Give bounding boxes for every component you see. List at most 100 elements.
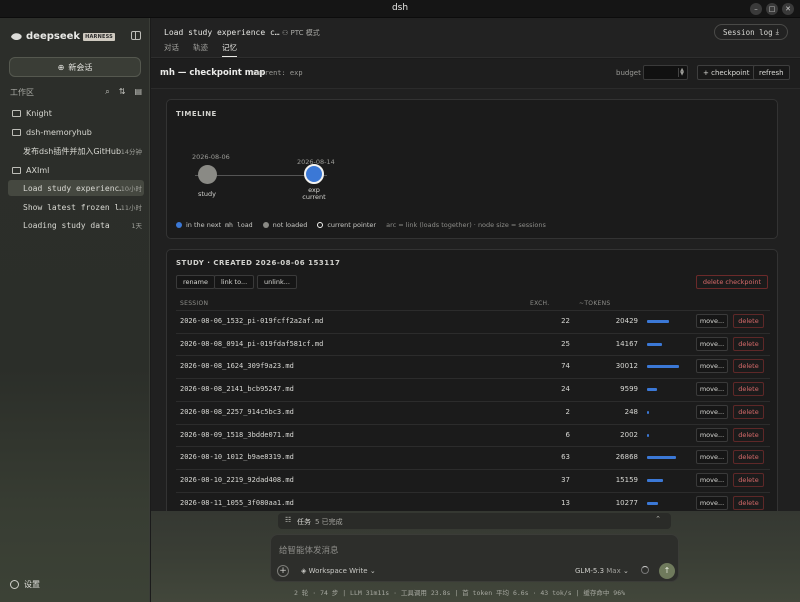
- timeline-legend: in the next mh load not loaded current p…: [176, 221, 546, 229]
- delete-button[interactable]: delete: [733, 314, 764, 328]
- delete-button[interactable]: delete: [733, 404, 764, 419]
- table-row: 2026-08-10_2219_92dad408.md 37 15159 move..…: [176, 468, 770, 491]
- move-button[interactable]: move...: [696, 450, 728, 465]
- settings-button[interactable]: 设置: [10, 579, 40, 590]
- chevron-up-icon[interactable]: ⌃: [655, 515, 661, 523]
- new-chat-button[interactable]: ⊕ 新会话: [9, 57, 141, 77]
- stepper-icon[interactable]: ▲ ▼: [678, 68, 685, 77]
- link-button[interactable]: link to...: [214, 275, 255, 289]
- exchange-count: 37: [561, 475, 570, 484]
- move-button[interactable]: move...: [696, 495, 728, 510]
- column-header-exch: EXCH.: [530, 300, 550, 307]
- token-bar: [647, 478, 664, 482]
- settings-label: 设置: [24, 580, 40, 589]
- delete-button[interactable]: delete: [733, 495, 764, 510]
- delete-button[interactable]: delete: [733, 359, 764, 374]
- tab-memory[interactable]: 记忆: [222, 42, 237, 57]
- search-icon[interactable]: ⌕: [105, 87, 109, 97]
- workspace-header: 工作区 ⌕ ⇅ ▤: [10, 87, 142, 99]
- legend-current-pointer: current pointer: [327, 221, 377, 229]
- session-item[interactable]: Loading study data 1天: [8, 217, 144, 233]
- page-title: mh — checkpoint map: [160, 68, 266, 78]
- refresh-button[interactable]: refresh: [753, 65, 790, 80]
- add-checkpoint-button[interactable]: + checkpoint: [697, 65, 756, 80]
- message-input[interactable]: 给智能体发消息: [279, 544, 339, 556]
- task-summary[interactable]: ☷ 任务 5 已完成 ⌃: [278, 513, 671, 529]
- session-time: 1天: [131, 222, 142, 230]
- send-button[interactable]: ↑: [659, 563, 675, 579]
- loaded-dot-icon: [176, 222, 182, 228]
- budget-label: budget: [616, 69, 641, 77]
- token-count: 2002: [620, 430, 638, 439]
- attach-plus-icon[interactable]: +: [277, 565, 289, 577]
- session-name: Load study experienc…: [23, 183, 121, 193]
- session-item-active[interactable]: Load study experienc… 10小时: [8, 180, 144, 196]
- minimize-icon[interactable]: –: [750, 3, 762, 15]
- folder-item[interactable]: dsh-memoryhub: [8, 124, 144, 140]
- table-row: 2026-08-06_1532_pi-019fcff2a2af.md 22 2042…: [176, 310, 770, 332]
- folder-item[interactable]: Knight: [8, 105, 144, 121]
- move-button[interactable]: move...: [696, 472, 728, 487]
- ptc-mode[interactable]: ⚇ PTC 模式: [282, 28, 320, 38]
- chevron-down-icon: ⌄: [622, 567, 629, 575]
- gear-icon: [10, 580, 19, 589]
- move-button[interactable]: move...: [696, 404, 728, 419]
- token-count: 248: [624, 407, 638, 416]
- delete-button[interactable]: delete: [733, 382, 764, 397]
- table-row: 2026-08-09_1518_3bdde071.md 6 2002 move... d…: [176, 423, 770, 446]
- workspace-label: 工作区: [10, 88, 34, 97]
- checkpoint-node-study[interactable]: [198, 165, 217, 184]
- delete-button[interactable]: delete: [733, 427, 764, 442]
- delete-button[interactable]: delete: [733, 472, 764, 487]
- move-button[interactable]: move...: [696, 382, 728, 397]
- table-row: 2026-08-08_2141_bcb95247.md 24 9599 move...…: [176, 378, 770, 400]
- budget-input[interactable]: ▲ ▼: [643, 65, 688, 80]
- move-button[interactable]: move...: [696, 314, 728, 328]
- session-item[interactable]: Show latest frozen l… 11小时: [8, 199, 144, 215]
- not-loaded-dot-icon: [262, 222, 269, 228]
- sidebar-toggle-icon[interactable]: [131, 31, 141, 40]
- mode-selector[interactable]: ◈ Workspace Write ⌄: [301, 567, 376, 575]
- session-name: Show latest frozen l…: [23, 202, 121, 212]
- sort-icon[interactable]: ⇅: [119, 87, 126, 97]
- rename-button[interactable]: rename: [176, 275, 215, 289]
- move-button[interactable]: move...: [696, 427, 728, 442]
- checkpoint-node-exp[interactable]: [304, 164, 324, 184]
- exchange-count: 22: [561, 317, 570, 325]
- delete-checkpoint-button[interactable]: delete checkpoint: [695, 275, 768, 289]
- folder-item[interactable]: AXIml: [8, 162, 144, 178]
- session-log-button[interactable]: Session log ⤓: [714, 24, 788, 40]
- legend-in-next: in the next: [186, 221, 222, 229]
- brand-name: deepseek: [26, 31, 81, 42]
- tab-bar: 对话 轨迹 记忆: [164, 42, 237, 57]
- move-button[interactable]: move...: [696, 359, 728, 374]
- legend-note: arc = link (loads together) · node size …: [386, 221, 546, 229]
- session-filename: 2026-08-08_2141_bcb95247.md: [180, 385, 294, 394]
- move-button[interactable]: move...: [696, 336, 728, 351]
- exchange-count: 74: [561, 362, 570, 371]
- maximize-icon[interactable]: □: [766, 3, 778, 15]
- table-row: 2026-08-08_2257_914c5bc3.md 2 248 move... de…: [176, 400, 770, 423]
- session-name: Loading study data: [23, 220, 110, 230]
- close-icon[interactable]: ✕: [782, 3, 794, 15]
- window-title: dsh: [391, 3, 409, 13]
- sidebar: deepseek HARNESS ⊕ 新会话 工作区 ⌕ ⇅ ▤ Knight …: [0, 18, 150, 602]
- token-count: 15159: [615, 475, 638, 484]
- delete-button[interactable]: delete: [733, 336, 764, 351]
- tab-chat[interactable]: 对话: [164, 42, 179, 57]
- model-selector[interactable]: GLM-5.3 Max ⌄: [575, 567, 629, 575]
- folder-name: Knight: [26, 108, 52, 118]
- delete-button[interactable]: delete: [733, 450, 764, 465]
- session-filename: 2026-08-10_2219_92dad408.md: [180, 475, 294, 484]
- status-bar: 2 轮 · 74 步 | LLM 31m11s · 工具调用 23.8s | 首…: [294, 589, 626, 597]
- unlink-button[interactable]: unlink...: [257, 275, 297, 289]
- session-item[interactable]: 发布dsh插件并加入GitHub… 14分钟: [8, 143, 144, 159]
- legend-load: load: [236, 221, 253, 229]
- token-bar: [647, 342, 663, 346]
- folder-icon: [12, 166, 21, 174]
- new-folder-icon[interactable]: ▤: [134, 87, 142, 97]
- shield-icon: ◈: [301, 567, 307, 575]
- message-composer[interactable]: 给智能体发消息 + ◈ Workspace Write ⌄ GLM-5.3 Ma…: [270, 534, 679, 582]
- tab-trajectory[interactable]: 轨迹: [193, 42, 208, 57]
- column-header-session: SESSION: [180, 300, 209, 307]
